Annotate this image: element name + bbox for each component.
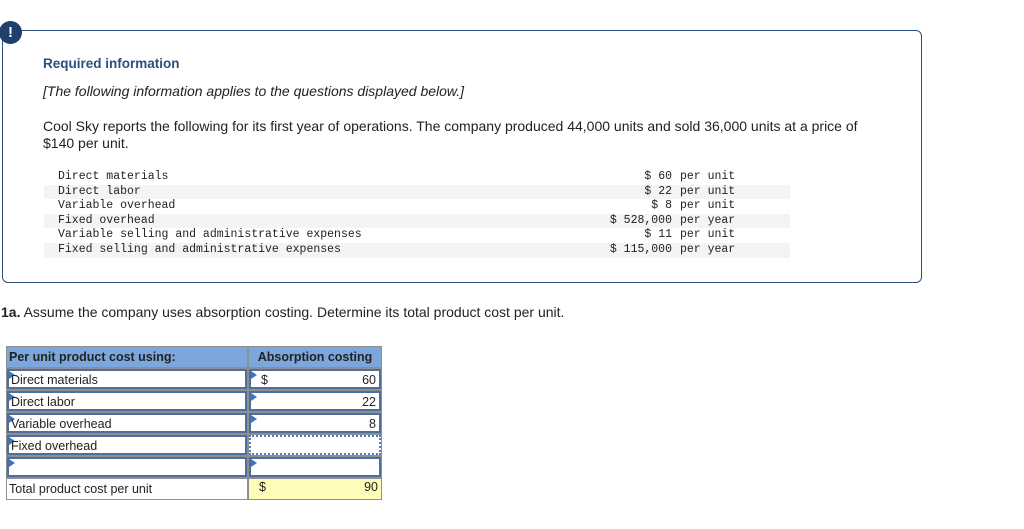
row-label-text: Variable overhead: [11, 417, 112, 431]
data-label: Variable selling and administrative expe…: [58, 228, 362, 242]
currency-symbol: $: [261, 373, 268, 387]
data-amount: $ 115,000: [538, 242, 672, 258]
total-value-cell: $90: [248, 478, 382, 500]
data-unit: per unit: [680, 170, 736, 183]
fixed-overhead-value-input-focused[interactable]: [249, 435, 381, 455]
total-value: 90: [364, 480, 378, 494]
data-row: Direct labor $ 22 per unit: [44, 184, 790, 200]
data-row: Fixed selling and administrative expense…: [44, 242, 790, 258]
question-text: Assume the company uses absorption costi…: [20, 304, 565, 320]
data-row: Variable overhead $ 8 per unit: [44, 199, 790, 214]
answer-row: Direct materials $60: [6, 368, 382, 390]
row-label-text: Direct labor: [11, 395, 75, 409]
data-amount: $ 8: [651, 199, 672, 213]
row-value: 8: [369, 417, 376, 431]
data-unit: per unit: [672, 184, 790, 200]
header-label: Per unit product cost using:: [6, 346, 248, 368]
row-value: 22: [362, 395, 376, 409]
answer-row: Direct labor 22: [6, 390, 382, 412]
header-absorption-costing: Absorption costing: [248, 346, 382, 368]
input-marker-icon: [9, 459, 15, 467]
currency-symbol: $: [259, 480, 266, 494]
input-marker-icon: [251, 393, 257, 401]
row-value-input[interactable]: [249, 457, 381, 477]
input-marker-icon: [251, 459, 257, 467]
data-unit: per unit: [680, 228, 736, 242]
row-value-input[interactable]: $60: [249, 369, 381, 389]
row-value-input[interactable]: 22: [249, 391, 381, 411]
required-info-subtitle: [The following information applies to th…: [43, 83, 465, 99]
data-label: Direct labor: [44, 184, 538, 200]
data-label: Variable overhead: [58, 199, 176, 213]
answer-row: [6, 456, 382, 478]
required-info-title: Required information: [43, 56, 180, 71]
data-unit: per year: [672, 242, 790, 258]
alert-exclamation-icon: !: [0, 21, 22, 44]
row-value: 60: [362, 373, 376, 387]
data-label: Fixed overhead: [44, 213, 538, 229]
total-row: Total product cost per unit $90: [6, 478, 382, 500]
answer-row: Fixed overhead: [6, 434, 382, 456]
row-label-input[interactable]: Fixed overhead: [7, 435, 247, 455]
data-unit: per year: [672, 213, 790, 229]
data-label: Fixed selling and administrative expense…: [44, 242, 538, 258]
row-label-text: Fixed overhead: [11, 439, 98, 453]
data-row: Direct materials $ 60 per unit: [44, 170, 790, 185]
cost-data-table: Direct materials $ 60 per unit Direct la…: [44, 170, 790, 258]
answer-header-row: Per unit product cost using: Absorption …: [6, 346, 382, 368]
question-prompt: 1a. Assume the company uses absorption c…: [1, 304, 564, 320]
input-marker-icon: [251, 371, 257, 379]
input-marker-icon: [251, 415, 257, 423]
data-amount: $ 22: [538, 184, 672, 200]
data-row: Variable selling and administrative expe…: [44, 228, 790, 243]
data-row: Fixed overhead $ 528,000 per year: [44, 213, 790, 229]
row-label-input[interactable]: [7, 457, 247, 477]
data-amount: $ 11: [644, 228, 672, 242]
data-unit: per unit: [680, 199, 736, 213]
row-label-text: Direct materials: [11, 373, 98, 387]
row-label-input[interactable]: Direct materials: [7, 369, 247, 389]
data-amount: $ 60: [644, 170, 672, 183]
data-amount: $ 528,000: [538, 213, 672, 229]
answer-row: Variable overhead 8: [6, 412, 382, 434]
row-label-input[interactable]: Variable overhead: [7, 413, 247, 433]
row-value-input[interactable]: 8: [249, 413, 381, 433]
total-label: Total product cost per unit: [6, 478, 248, 500]
problem-description: Cool Sky reports the following for its f…: [43, 118, 858, 151]
row-label-input[interactable]: Direct labor: [7, 391, 247, 411]
question-number: 1a.: [1, 304, 21, 320]
answer-table: Per unit product cost using: Absorption …: [6, 346, 382, 500]
data-label: Direct materials: [58, 170, 169, 183]
